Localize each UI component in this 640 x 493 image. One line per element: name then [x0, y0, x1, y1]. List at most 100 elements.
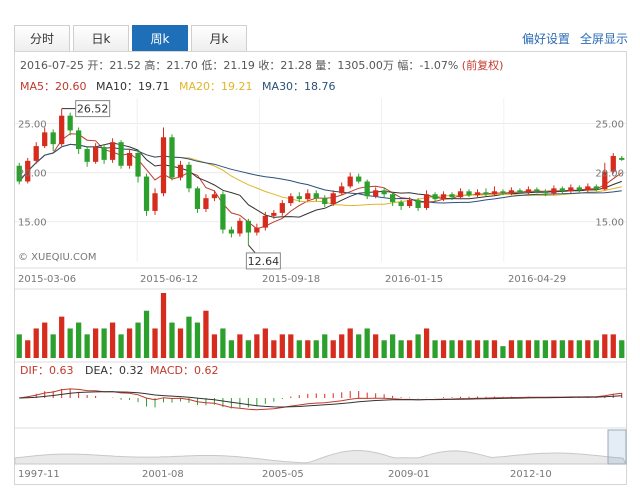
- candle-body: [330, 193, 336, 205]
- candle-body: [322, 198, 328, 205]
- volume-bar: [602, 334, 608, 358]
- candle-body: [576, 187, 582, 191]
- volume-bar: [491, 340, 498, 358]
- volume-bar: [483, 340, 489, 358]
- volume-bar: [25, 340, 31, 358]
- y-tick-right: 20.00: [595, 169, 624, 180]
- candle-body: [474, 192, 481, 196]
- volume-bar: [322, 334, 328, 358]
- min-label: 12.64: [248, 255, 280, 268]
- volume-bar: [67, 328, 73, 358]
- candle-body: [398, 202, 404, 207]
- x-tick: 2015-06-12: [140, 274, 198, 285]
- candle-body: [288, 196, 294, 204]
- kline-chart[interactable]: 26.52 12.64 25.00 25.00 20.00 20.00 15.00 15.00…: [0, 0, 640, 493]
- candle-body: [237, 220, 243, 234]
- candle-body: [84, 149, 90, 162]
- x-tick: 2015-03-06: [18, 274, 76, 285]
- max-label: 26.52: [77, 103, 109, 116]
- volume-bar: [610, 334, 616, 358]
- volume-bar: [474, 340, 481, 358]
- volume-bar: [381, 340, 387, 358]
- candle-body: [279, 203, 285, 213]
- volume-bar: [186, 316, 192, 358]
- candle-body: [356, 176, 362, 182]
- volume-bar: [423, 328, 430, 358]
- volume-bar: [118, 334, 124, 358]
- candle-body: [339, 186, 345, 194]
- candle-body: [42, 132, 48, 147]
- candle-body: [194, 188, 201, 209]
- volume-bar: [534, 340, 540, 358]
- candle-body: [50, 132, 56, 145]
- volume-bar: [500, 346, 506, 358]
- volume-bar: [109, 322, 116, 358]
- candle-body: [211, 194, 218, 199]
- candle-body: [109, 142, 116, 160]
- volume-bar: [288, 334, 294, 358]
- y-tick-right: 15.00: [595, 218, 624, 229]
- candle-body: [542, 191, 549, 194]
- volume-bar: [457, 340, 464, 358]
- candle-body: [457, 191, 464, 198]
- x-tick: 2015-09-18: [262, 274, 320, 285]
- candle-body: [559, 188, 565, 192]
- volume-bar: [364, 328, 370, 358]
- overview-x-tick: 2009-01: [388, 469, 430, 480]
- volume-bar: [542, 340, 549, 358]
- candle-body: [271, 212, 277, 216]
- volume-bar: [92, 328, 99, 358]
- candle-body: [440, 194, 447, 200]
- candle-body: [143, 176, 150, 211]
- volume-bar: [525, 340, 532, 358]
- dif-label: DIF：0.63: [20, 364, 74, 377]
- candle-body: [415, 200, 421, 208]
- candle-body: [160, 137, 167, 194]
- candle-body: [508, 190, 515, 194]
- volume-bar: [559, 340, 565, 358]
- volume-bar: [194, 322, 201, 358]
- volume-bar: [466, 340, 472, 358]
- volume-bar: [305, 340, 311, 358]
- y-tick-left: 20.00: [18, 169, 47, 180]
- candle-body: [551, 188, 557, 194]
- candle-body: [406, 200, 413, 207]
- volume-bar: [279, 334, 285, 358]
- candle-body: [228, 229, 235, 234]
- candle-body: [619, 157, 625, 160]
- candle-body: [568, 187, 574, 192]
- candle-body: [67, 115, 73, 131]
- candle-body: [152, 193, 158, 211]
- volume-bar: [296, 340, 302, 358]
- candle-body: [118, 142, 124, 166]
- volume-bar: [101, 328, 107, 358]
- volume-bar: [76, 322, 82, 358]
- candle-body: [432, 194, 438, 200]
- macd-label: MACD：0.62: [150, 364, 218, 377]
- volume-bar: [313, 340, 319, 358]
- candle-body: [585, 186, 591, 191]
- volume-bar: [126, 328, 133, 358]
- overview-handle: [607, 429, 627, 465]
- candle-body: [169, 137, 175, 178]
- candle-body: [381, 190, 387, 195]
- volume-bar: [449, 340, 455, 358]
- volume-bar: [237, 334, 243, 358]
- volume-bar: [440, 340, 447, 358]
- candle-body: [466, 191, 472, 196]
- volume-bar: [42, 322, 48, 358]
- candle-body: [76, 130, 82, 150]
- candle-body: [203, 198, 209, 209]
- overview-x-tick: 2001-08: [142, 469, 184, 480]
- candle-body: [296, 196, 302, 200]
- volume-bar: [432, 340, 438, 358]
- candle-body: [262, 215, 268, 228]
- volume-bar: [50, 334, 56, 358]
- volume-bar: [356, 334, 362, 358]
- volume-bar: [508, 340, 515, 358]
- candle-body: [423, 194, 430, 208]
- candle-body: [254, 227, 260, 233]
- volume-bar: [593, 340, 599, 358]
- volume-bar: [517, 340, 523, 358]
- candle-body: [390, 194, 396, 203]
